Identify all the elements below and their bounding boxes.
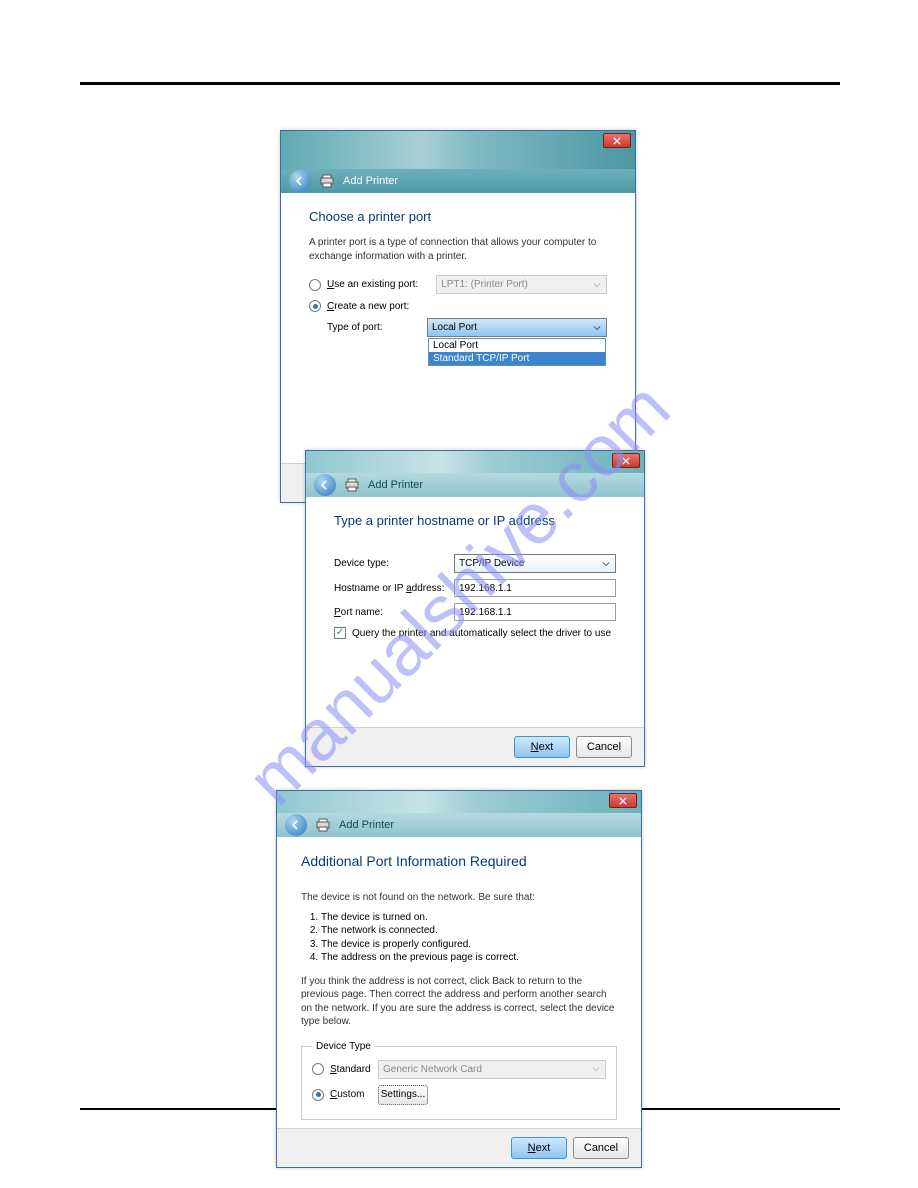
type-of-port-select[interactable]: Local Port Local Port Standard TCP/IP Po… (427, 318, 607, 337)
standard-value: Generic Network Card (383, 1064, 482, 1075)
window-title: Add Printer (368, 479, 423, 491)
next-button[interactable]: Next (514, 736, 570, 758)
query-checkbox[interactable] (334, 627, 346, 639)
existing-port-value: LPT1: (Printer Port) (441, 279, 528, 290)
radio-standard[interactable] (312, 1063, 324, 1075)
close-icon (619, 797, 627, 805)
port-type-dropdown: Local Port Standard TCP/IP Port (428, 338, 606, 366)
list-item: The device is turned on. (321, 911, 617, 925)
window-title: Add Printer (339, 819, 394, 831)
chevron-down-icon (590, 321, 604, 334)
header-row: Add Printer (277, 813, 641, 837)
titlebar (277, 791, 641, 813)
dialog-footer: Next Cancel (277, 1128, 641, 1167)
radio-create-new[interactable] (309, 300, 321, 312)
query-checkbox-label: Query the printer and automatically sele… (352, 628, 611, 639)
close-icon (613, 137, 621, 145)
label-use-existing: Use an existing port: (327, 279, 418, 290)
list-item: The device is properly configured. (321, 938, 617, 952)
paragraph: If you think the address is not correct,… (301, 975, 617, 1029)
settings-button[interactable]: Settings... (378, 1085, 428, 1105)
cancel-button[interactable]: Cancel (576, 736, 632, 758)
radio-custom[interactable] (312, 1089, 324, 1101)
list-item: The network is connected. (321, 924, 617, 938)
group-legend: Device Type (312, 1041, 375, 1052)
standard-select: Generic Network Card (378, 1060, 606, 1079)
header-row: Add Printer (281, 169, 635, 193)
not-found-text: The device is not found on the network. … (301, 891, 617, 905)
chevron-down-icon (589, 1063, 603, 1076)
printer-icon (315, 818, 331, 832)
close-button[interactable] (612, 453, 640, 468)
back-button[interactable] (285, 814, 307, 836)
heading: Additional Port Information Required (301, 853, 617, 869)
device-type-group: Device Type Standard Generic Network Car… (301, 1041, 617, 1120)
description: A printer port is a type of connection t… (309, 236, 607, 263)
dropdown-opt-tcpip[interactable]: Standard TCP/IP Port (429, 352, 605, 365)
printer-icon (344, 478, 360, 492)
hostname-input[interactable] (454, 579, 616, 597)
back-arrow-icon (295, 176, 305, 186)
checklist: The device is turned on. The network is … (321, 911, 617, 965)
dialog-footer: Next Cancel (306, 727, 644, 766)
hostname-label: Hostname or IP address: (334, 583, 454, 594)
type-of-port-value: Local Port (432, 322, 477, 333)
window-title: Add Printer (343, 175, 398, 187)
existing-port-select: LPT1: (Printer Port) (436, 275, 607, 294)
device-type-value: TCP/IP Device (459, 558, 524, 569)
titlebar (306, 451, 644, 473)
label-create-new: Create a new port: (327, 301, 409, 312)
back-arrow-icon (291, 820, 301, 830)
radio-use-existing[interactable] (309, 279, 321, 291)
close-icon (622, 457, 630, 465)
custom-label: Custom (330, 1089, 378, 1100)
close-button[interactable] (603, 133, 631, 148)
dialog-content: Additional Port Information Required The… (277, 837, 641, 1128)
device-type-select[interactable]: TCP/IP Device (454, 554, 616, 573)
back-button[interactable] (314, 474, 336, 496)
dropdown-opt-local[interactable]: Local Port (429, 339, 605, 352)
next-button[interactable]: Next (511, 1137, 567, 1159)
type-of-port-label: Type of port: (327, 322, 427, 333)
chevron-down-icon (599, 557, 613, 570)
chevron-down-icon (590, 278, 604, 291)
standard-label: Standard (330, 1064, 378, 1075)
horizontal-rule-top (80, 82, 840, 85)
back-arrow-icon (320, 480, 330, 490)
list-item: The address on the previous page is corr… (321, 951, 617, 965)
dialog-content: Choose a printer port A printer port is … (281, 193, 635, 463)
heading: Type a printer hostname or IP address (334, 513, 616, 528)
printer-icon (319, 174, 335, 188)
header-row: Add Printer (306, 473, 644, 497)
portname-input[interactable] (454, 603, 616, 621)
dialog-hostname: Add Printer Type a printer hostname or I… (305, 450, 645, 767)
dialog-content: Type a printer hostname or IP address De… (306, 497, 644, 727)
titlebar (281, 131, 635, 169)
cancel-button[interactable]: Cancel (573, 1137, 629, 1159)
dialog-choose-port: Add Printer Choose a printer port A prin… (280, 130, 636, 503)
close-button[interactable] (609, 793, 637, 808)
back-button[interactable] (289, 170, 311, 192)
device-type-label: Device type: (334, 558, 454, 569)
dialog-additional-port-info: Add Printer Additional Port Information … (276, 790, 642, 1168)
heading: Choose a printer port (309, 209, 607, 224)
portname-label: Port name: (334, 607, 454, 618)
